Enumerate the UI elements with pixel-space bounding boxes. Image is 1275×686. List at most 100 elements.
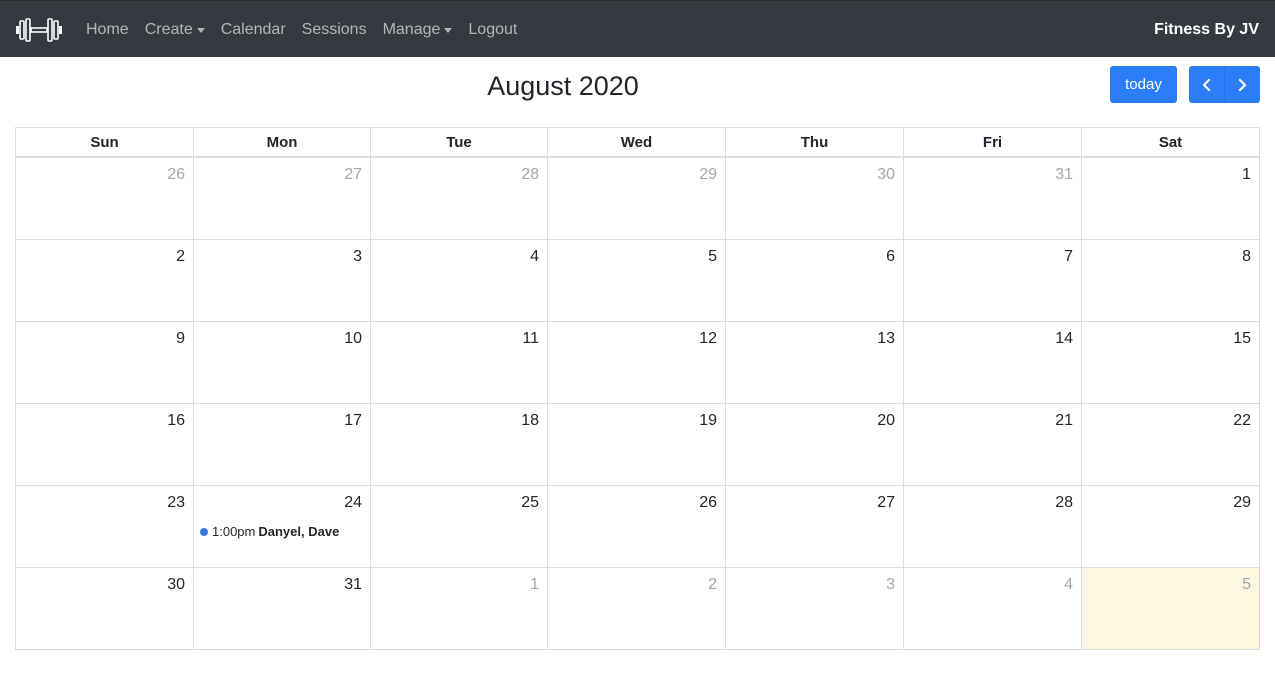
day-number[interactable]: 30: [877, 166, 895, 184]
day-cell[interactable]: 27: [194, 158, 371, 239]
day-cell[interactable]: 1: [371, 568, 548, 649]
calendar-event[interactable]: 1:00pm Danyel, Dave: [200, 524, 339, 539]
day-number[interactable]: 1: [530, 576, 539, 594]
day-number[interactable]: 21: [1055, 412, 1073, 430]
day-cell[interactable]: 16: [16, 404, 194, 485]
day-number[interactable]: 2: [708, 576, 717, 594]
day-cell[interactable]: 19: [548, 404, 726, 485]
day-cell[interactable]: 23: [16, 486, 194, 567]
day-cell[interactable]: 20: [726, 404, 904, 485]
day-cell[interactable]: 3: [726, 568, 904, 649]
day-number[interactable]: 4: [1064, 576, 1073, 594]
day-cell[interactable]: 10: [194, 322, 371, 403]
week-row: 30 31 1 2 3 4 5: [16, 568, 1259, 650]
day-cell[interactable]: 21: [904, 404, 1082, 485]
nav-link-home[interactable]: Home: [86, 21, 129, 39]
day-cell[interactable]: 11: [371, 322, 548, 403]
day-cell[interactable]: 12: [548, 322, 726, 403]
day-cell[interactable]: 30: [726, 158, 904, 239]
day-cell[interactable]: 27: [726, 486, 904, 567]
day-cell[interactable]: 17: [194, 404, 371, 485]
day-cell[interactable]: 25: [371, 486, 548, 567]
day-cell[interactable]: 2: [16, 240, 194, 321]
day-number[interactable]: 22: [1233, 412, 1251, 430]
day-number[interactable]: 9: [176, 330, 185, 348]
day-number[interactable]: 23: [167, 494, 185, 512]
day-number[interactable]: 11: [522, 330, 539, 348]
week-row: 23 24 1:00pm Danyel, Dave 25 26 27 28 29: [16, 486, 1259, 568]
day-number[interactable]: 30: [167, 576, 185, 594]
day-number[interactable]: 10: [344, 330, 362, 348]
day-number[interactable]: 25: [521, 494, 539, 512]
day-number[interactable]: 3: [353, 248, 362, 266]
day-number[interactable]: 1: [1242, 166, 1251, 184]
nav-link-create[interactable]: Create: [145, 21, 205, 39]
day-number[interactable]: 14: [1055, 330, 1073, 348]
day-number[interactable]: 7: [1064, 248, 1073, 266]
day-number[interactable]: 2: [176, 248, 185, 266]
day-cell[interactable]: 28: [371, 158, 548, 239]
day-number[interactable]: 28: [1055, 494, 1073, 512]
day-number[interactable]: 4: [530, 248, 539, 266]
day-number[interactable]: 5: [708, 248, 717, 266]
day-cell[interactable]: 24 1:00pm Danyel, Dave: [194, 486, 371, 567]
week-row: 2 3 4 5 6 7 8: [16, 240, 1259, 322]
day-number[interactable]: 24: [344, 494, 362, 512]
day-cell[interactable]: 9: [16, 322, 194, 403]
day-number[interactable]: 26: [699, 494, 717, 512]
day-number[interactable]: 13: [877, 330, 895, 348]
prev-month-button[interactable]: [1189, 66, 1225, 103]
today-button[interactable]: today: [1110, 66, 1177, 103]
day-number[interactable]: 6: [886, 248, 895, 266]
day-cell-today[interactable]: 5: [1082, 568, 1259, 649]
day-number[interactable]: 12: [699, 330, 717, 348]
day-number[interactable]: 28: [521, 166, 539, 184]
day-cell[interactable]: 30: [16, 568, 194, 649]
brand-name[interactable]: Fitness By JV: [1154, 1, 1259, 58]
day-cell[interactable]: 3: [194, 240, 371, 321]
day-cell[interactable]: 4: [371, 240, 548, 321]
day-cell[interactable]: 1: [1082, 158, 1259, 239]
day-cell[interactable]: 8: [1082, 240, 1259, 321]
day-number[interactable]: 27: [344, 166, 362, 184]
nav-link-manage[interactable]: Manage: [383, 21, 453, 39]
day-number[interactable]: 18: [521, 412, 539, 430]
day-cell[interactable]: 15: [1082, 322, 1259, 403]
day-cell[interactable]: 29: [1082, 486, 1259, 567]
day-cell[interactable]: 4: [904, 568, 1082, 649]
day-cell[interactable]: 2: [548, 568, 726, 649]
day-number[interactable]: 19: [699, 412, 717, 430]
day-cell[interactable]: 13: [726, 322, 904, 403]
day-cell[interactable]: 18: [371, 404, 548, 485]
nav-link-sessions[interactable]: Sessions: [302, 21, 367, 39]
day-cell[interactable]: 26: [16, 158, 194, 239]
day-number[interactable]: 26: [167, 166, 185, 184]
day-cell[interactable]: 22: [1082, 404, 1259, 485]
day-cell[interactable]: 26: [548, 486, 726, 567]
day-number[interactable]: 27: [877, 494, 895, 512]
day-cell[interactable]: 5: [548, 240, 726, 321]
day-cell[interactable]: 7: [904, 240, 1082, 321]
nav-link-logout[interactable]: Logout: [468, 21, 517, 39]
day-number[interactable]: 3: [886, 576, 895, 594]
day-number[interactable]: 5: [1242, 576, 1251, 594]
day-cell[interactable]: 29: [548, 158, 726, 239]
day-cell[interactable]: 28: [904, 486, 1082, 567]
day-number[interactable]: 29: [1233, 494, 1251, 512]
day-cell[interactable]: 14: [904, 322, 1082, 403]
day-number[interactable]: 29: [699, 166, 717, 184]
day-cell[interactable]: 31: [904, 158, 1082, 239]
day-number[interactable]: 31: [1055, 166, 1073, 184]
day-number[interactable]: 15: [1233, 330, 1251, 348]
dumbbell-icon[interactable]: [16, 18, 62, 42]
day-number[interactable]: 8: [1242, 248, 1251, 266]
nav-link-label: Logout: [468, 20, 518, 38]
next-month-button[interactable]: [1224, 66, 1260, 103]
day-cell[interactable]: 31: [194, 568, 371, 649]
day-number[interactable]: 16: [167, 412, 185, 430]
day-number[interactable]: 20: [877, 412, 895, 430]
nav-link-calendar[interactable]: Calendar: [221, 21, 286, 39]
day-number[interactable]: 17: [344, 412, 362, 430]
day-cell[interactable]: 6: [726, 240, 904, 321]
day-number[interactable]: 31: [344, 576, 362, 594]
